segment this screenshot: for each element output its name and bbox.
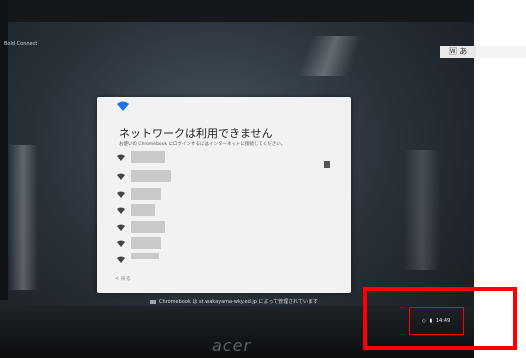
acer-logo: acer <box>212 336 252 355</box>
building-icon <box>324 161 330 168</box>
enterprise-icon <box>150 299 156 304</box>
network-name <box>131 204 155 216</box>
ime-indicator[interactable]: 🅆 あ <box>440 46 476 58</box>
back-button[interactable]: < 戻る <box>115 275 131 282</box>
light-reflection <box>297 36 363 76</box>
managed-text: Chromebook は st.wakayama-wky.ed.jp によって管… <box>159 299 319 305</box>
network-dialog: ネットワークは利用できません お使いの Chromebook にログインするには… <box>97 97 351 293</box>
wifi-icon <box>117 191 125 198</box>
ime-indicator-extension <box>476 46 526 58</box>
network-name <box>131 170 171 182</box>
network-name <box>131 188 161 200</box>
wifi-icon <box>117 256 125 263</box>
highlight-box-inner <box>409 307 464 335</box>
network-name <box>131 253 159 259</box>
managed-notice: Chromebook は st.wakayama-wky.ed.jp によって管… <box>150 298 318 305</box>
bezel-top <box>0 0 474 22</box>
network-name <box>131 221 165 233</box>
dialog-subtitle: お使いの Chromebook にログインするにはインターネットに接続してくださ… <box>119 142 286 147</box>
wifi-lock-icon <box>117 207 125 214</box>
status-left-text: Bold Connect <box>4 41 38 47</box>
wifi-lock-icon <box>117 224 125 231</box>
wifi-lock-icon <box>117 173 125 180</box>
network-name <box>131 237 161 249</box>
wifi-lock-icon <box>117 240 125 247</box>
wifi-icon <box>117 101 129 111</box>
light-reflection <box>8 145 38 290</box>
wifi-lock-icon <box>117 154 125 161</box>
light-reflection <box>404 150 440 270</box>
dialog-title: ネットワークは利用できません <box>119 127 273 140</box>
right-margin <box>474 0 526 290</box>
network-name <box>131 151 165 163</box>
